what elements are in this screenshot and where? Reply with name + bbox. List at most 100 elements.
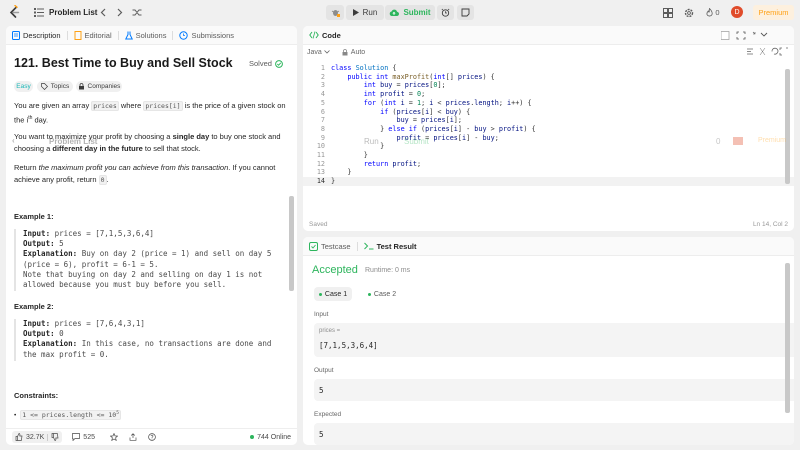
example-2-heading: Example 2:	[14, 302, 54, 311]
code-line: 4 int profit = 0;	[320, 90, 426, 99]
code-line: 11 }	[316, 151, 368, 159]
editor-scrollbar[interactable]	[785, 69, 790, 184]
problem-statement-p2: You want to maximize your profit by choo…	[14, 132, 281, 153]
layout-grid-icon[interactable]	[662, 7, 673, 18]
code-line: 6 if (prices[i] < buy) {	[320, 107, 471, 116]
result-status: Accepted	[312, 264, 358, 276]
output-box: 5	[314, 379, 794, 401]
code-line: 12 return profit;	[316, 159, 422, 168]
premium-button[interactable]: Premium	[753, 5, 794, 20]
problem-list-icon[interactable]	[33, 7, 44, 18]
run-button[interactable]: Run	[346, 5, 384, 20]
like-button[interactable]: 32.7K	[12, 431, 63, 443]
input-label: Input	[314, 311, 329, 318]
avatar[interactable]: D	[731, 6, 743, 18]
note-icon	[461, 8, 470, 17]
test-panel-tabs: Testcase Test Result	[303, 237, 794, 256]
thumbs-up-icon	[15, 433, 23, 441]
case-1-tab[interactable]: Case 1	[314, 287, 352, 301]
code-line: 5 for (int i = 1; i < prices.length; i++…	[320, 98, 532, 107]
tag-icon	[40, 83, 48, 90]
inline-code: prices[i]	[143, 101, 183, 111]
tab-test-result[interactable]: Test Result	[358, 242, 423, 251]
tab-solutions[interactable]: Solutions	[119, 31, 173, 40]
share-icon[interactable]	[129, 433, 137, 441]
bug-icon	[331, 10, 340, 17]
cursor-position: Ln 14, Col 2	[752, 220, 788, 228]
cloud-upload-icon	[390, 9, 400, 17]
document-icon	[12, 30, 20, 40]
tab-editorial[interactable]: Editorial	[68, 30, 118, 40]
tab-description[interactable]: Description	[6, 30, 67, 40]
code-line: 1 class Solution {	[320, 64, 397, 72]
debug-button[interactable]	[326, 5, 344, 20]
case-2-tab[interactable]: Case 2	[363, 287, 401, 301]
pass-dot	[367, 292, 371, 296]
result-scrollbar[interactable]	[785, 263, 790, 413]
settings-gear-icon[interactable]	[683, 7, 694, 18]
editor-toolbar: Java Auto	[303, 45, 794, 59]
comment-icon	[72, 433, 81, 441]
submit-button[interactable]: Submit	[385, 5, 435, 20]
expected-value: 5	[319, 430, 324, 439]
checkbox-icon	[309, 241, 318, 251]
alarm-clock-icon	[441, 8, 450, 17]
tab-code[interactable]: Code	[303, 31, 347, 40]
code-line: 9 profit = prices[i] - buy;	[320, 133, 499, 142]
editor-status-bar: Saved Ln 14, Col 2	[303, 217, 794, 231]
code-editor[interactable]: 1 class Solution { 2 public int maxProfit…	[303, 64, 794, 214]
save-status: Saved	[309, 220, 328, 228]
shuffle-icon[interactable]	[131, 7, 142, 18]
param-value: [7,1,5,3,6,4]	[319, 341, 378, 350]
streak-counter[interactable]: 0	[703, 7, 723, 18]
code-line: 10 }	[316, 142, 385, 151]
topics-button[interactable]: Topics	[37, 81, 73, 92]
book-icon	[74, 30, 82, 40]
notes-button[interactable]	[457, 5, 474, 20]
flask-icon	[124, 31, 133, 39]
test-result-panel: Testcase Test Result Accepted Runtime: 0…	[303, 237, 794, 445]
code-line: 3 int buy = prices[0];	[320, 81, 446, 90]
leetcode-logo-icon[interactable]	[8, 5, 20, 19]
description-scrollbar[interactable]	[289, 196, 294, 291]
output-value: 5	[319, 386, 324, 395]
solved-status: Solved	[249, 59, 283, 68]
example-1-block: Input: prices = [7,1,5,3,6,4] Output: 5 …	[14, 229, 271, 291]
star-icon[interactable]	[109, 433, 118, 441]
chevron-down-icon	[324, 50, 330, 54]
tab-testcase[interactable]: Testcase	[303, 241, 357, 251]
comments-button[interactable]: 525	[72, 433, 95, 441]
code-brackets-icon	[309, 31, 319, 39]
problem-list-link[interactable]: Problem List	[49, 8, 97, 17]
example-2-block: Input: prices = [7,6,4,3,1] Output: 0 Ex…	[14, 319, 271, 361]
help-circle-icon[interactable]	[148, 433, 156, 441]
language-select[interactable]: Java	[307, 49, 330, 56]
code-line: 13 }	[316, 168, 352, 177]
expected-box: 5	[314, 423, 794, 445]
problem-statement-p3: Return the maximum profit you can achiev…	[14, 163, 276, 185]
chevron-right-icon[interactable]	[114, 7, 125, 18]
inline-code: 0	[98, 174, 107, 185]
lock-icon	[78, 83, 84, 90]
constraint-item: • 1 <= prices.length <= 105	[14, 410, 121, 421]
top-navbar: Problem List Run Submit 0 D Premium	[0, 0, 800, 25]
code-panel: Code Java Auto 1 class Solution {2 publ…	[303, 26, 794, 231]
editor-actions	[746, 47, 788, 56]
chevron-left-icon[interactable]	[97, 7, 108, 18]
inline-code: prices	[91, 101, 119, 111]
auto-save-toggle[interactable]: Auto	[342, 49, 365, 56]
code-line: 7 buy = prices[i];	[320, 116, 462, 125]
expected-label: Expected	[314, 411, 342, 418]
param-name: prices =	[319, 328, 341, 334]
companies-button[interactable]: Companies	[76, 81, 122, 92]
description-footer: 32.7K 525 744 Online	[6, 428, 297, 445]
timer-button[interactable]	[437, 5, 454, 20]
example-1-heading: Example 1:	[14, 212, 54, 221]
code-panel-controls	[720, 31, 769, 42]
output-label: Output	[314, 367, 334, 374]
code-line: 8 } else if (prices[i] - buy > profit) {	[320, 124, 536, 133]
history-icon	[179, 30, 189, 40]
tab-submissions[interactable]: Submissions	[173, 31, 240, 40]
difficulty-badge[interactable]: Easy	[14, 81, 33, 92]
problem-title: 121. Best Time to Buy and Sell Stock	[14, 56, 233, 70]
